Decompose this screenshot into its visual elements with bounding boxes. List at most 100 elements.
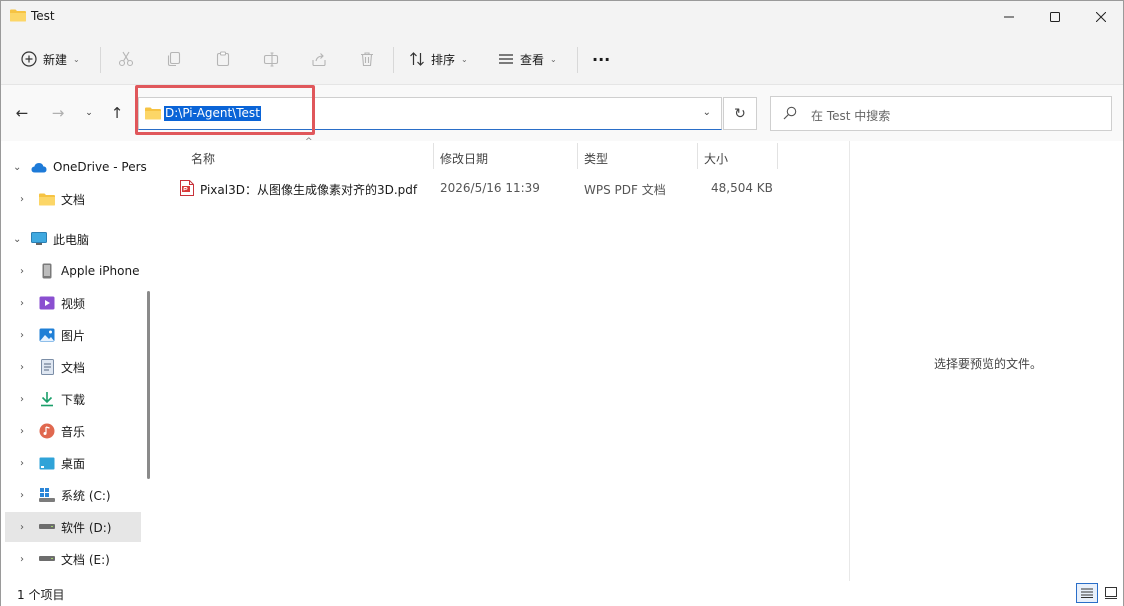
chevron-right-icon: › [20,553,24,565]
file-explorer-window: Test 新建 ⌄ 排序 ⌄ 查看 ⌄ ··· ← → ⌄ ↑ D:\Pi-Ag… [0,0,1124,606]
delete-button[interactable] [359,43,375,75]
file-size: 48,504 KB [711,181,773,195]
windows-drive-icon [39,487,55,503]
table-row[interactable]: Pixal3D：从图像生成像素对齐的3D.pdf 2026/5/16 11:39… [161,173,781,201]
sidebar-item-label: 音乐 [61,424,86,439]
chevron-down-icon: ⌄ [13,161,22,173]
sidebar-item-label: 文档 [61,192,86,207]
tiles-view-button[interactable] [1100,583,1122,603]
view-label: 查看 [520,52,545,67]
tiles-view-icon [1105,587,1117,599]
rename-button[interactable] [263,43,279,75]
minimize-button[interactable] [986,1,1032,33]
chevron-down-icon[interactable]: ⌄ [703,107,711,118]
drive-icon [39,551,55,567]
sidebar-item-documents[interactable]: › 文档 [1,352,151,382]
trash-icon [361,52,373,67]
new-button[interactable]: 新建 ⌄ [21,43,80,75]
chevron-right-icon: › [20,265,24,277]
download-icon [39,391,55,407]
sidebar-scrollbar[interactable] [147,291,150,479]
cut-button[interactable] [118,43,134,75]
folder-icon [39,191,55,207]
sidebar-item-label: Apple iPhone [61,264,140,278]
arrow-up-icon: ↑ [110,104,124,122]
item-count: 1 个项目 [17,588,65,602]
pictures-icon [39,327,55,343]
sidebar-item-drive-c[interactable]: › 系统 (C:) [1,480,151,510]
paste-button[interactable] [215,43,231,75]
arrow-left-icon: ← [15,104,29,122]
drive-icon [39,519,55,535]
title-bar: Test [1,1,1123,33]
column-header-size[interactable]: 大小 [704,147,728,171]
scissors-icon [118,51,134,67]
status-bar: 1 个项目 [1,581,1123,606]
sidebar-item-onedrive-documents[interactable]: › 文档 [1,184,151,214]
search-box[interactable]: 在 Test 中搜索 [770,96,1112,131]
close-icon [1096,12,1106,22]
sidebar-item-drive-d[interactable]: › 软件 (D:) [5,512,141,542]
recent-locations-button[interactable]: ⌄ [78,102,100,124]
column-divider[interactable] [777,143,778,169]
forward-button[interactable]: → [47,102,69,124]
sidebar-item-label: OneDrive - Pers [53,160,147,174]
view-button[interactable]: 查看 ⌄ [498,43,557,75]
search-placeholder: 在 Test 中搜索 [811,109,891,123]
column-divider[interactable] [433,143,434,169]
column-divider[interactable] [577,143,578,169]
sidebar-item-pictures[interactable]: › 图片 [1,320,151,350]
column-header-type[interactable]: 类型 [584,147,608,171]
sidebar-item-this-pc[interactable]: ⌄ 此电脑 [1,224,151,254]
share-button[interactable] [311,43,327,75]
refresh-icon: ↻ [734,105,746,122]
sort-label: 排序 [431,52,456,67]
sort-button[interactable]: 排序 ⌄ [409,43,468,75]
sidebar-item-label: 视频 [61,296,86,311]
sidebar-item-downloads[interactable]: › 下载 [1,384,151,414]
sidebar-item-music[interactable]: › 音乐 [1,416,151,446]
file-name: Pixal3D：从图像生成像素对齐的3D.pdf [200,183,418,197]
separator [100,47,101,73]
back-button[interactable]: ← [11,102,33,124]
sidebar-item-label: 文档 [61,360,86,375]
window-title: Test [31,9,55,23]
chevron-right-icon: › [20,329,24,341]
refresh-button[interactable]: ↻ [723,97,757,130]
chevron-right-icon: › [20,521,24,533]
chevron-down-icon: ⌄ [73,54,80,64]
sidebar-item-onedrive[interactable]: ⌄ OneDrive - Pers [1,152,151,182]
details-view-icon [1081,588,1093,598]
maximize-button[interactable] [1032,1,1078,33]
column-divider[interactable] [697,143,698,169]
clipboard-icon [216,51,230,67]
close-button[interactable] [1078,1,1124,33]
sidebar-item-videos[interactable]: › 视频 [1,288,151,318]
chevron-right-icon: › [20,425,24,437]
column-header-name[interactable]: 名称 [191,147,215,171]
column-header-date[interactable]: 修改日期 [440,147,488,171]
annotation-highlight-box [135,85,315,135]
copy-button[interactable] [166,43,182,75]
documents-icon [39,359,55,375]
sidebar-item-label: 文档 (E:) [61,552,110,567]
sidebar-item-label: 此电脑 [53,232,90,247]
sidebar-item-label: 桌面 [61,456,86,471]
sort-icon [410,52,424,66]
search-icon [783,106,797,120]
sidebar-item-desktop[interactable]: › 桌面 [1,448,151,478]
cloud-icon [31,159,47,175]
copy-icon [167,51,181,67]
sidebar-item-apple-iphone[interactable]: › Apple iPhone [1,256,151,286]
pdf-icon [180,180,194,196]
sort-ascending-icon: ^ [305,137,313,147]
rename-icon [263,52,279,67]
sidebar-item-label: 图片 [61,328,86,343]
phone-icon [39,263,55,279]
more-options-button[interactable]: ··· [592,43,610,75]
sidebar-item-drive-e[interactable]: › 文档 (E:) [1,544,151,574]
chevron-down-icon: ⌄ [85,108,93,118]
up-button[interactable]: ↑ [106,102,128,124]
chevron-right-icon: › [20,393,24,405]
details-view-button[interactable] [1076,583,1098,603]
